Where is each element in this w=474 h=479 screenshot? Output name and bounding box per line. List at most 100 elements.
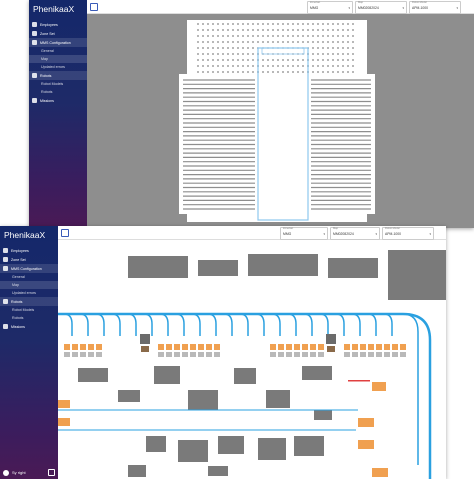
sidebar-item-robots-list[interactable]: Robots: [29, 88, 87, 96]
path-arch: [63, 313, 73, 336]
station-block: [360, 344, 366, 350]
station-block: [310, 344, 316, 350]
sidebar: PhenikaaX Employees Zone Set MMS Configu…: [29, 0, 87, 228]
station-block: [214, 344, 220, 350]
sidebar-item-label: Employees: [11, 248, 29, 253]
gear-icon: [32, 40, 37, 45]
robot-icon: [3, 299, 8, 304]
sidebar-item-robots[interactable]: Robots: [29, 71, 87, 80]
shelf-block: [318, 352, 324, 357]
obstacle-blob: [234, 368, 256, 384]
robot-model-select[interactable]: Robot Model APM-1000 ▾: [382, 227, 434, 240]
station-block: [80, 344, 86, 350]
path-arch: [239, 313, 249, 336]
shelf-block: [64, 352, 70, 357]
sidebar-item-label: MMS Configuration: [40, 40, 71, 45]
sidebar-item-updated-errors[interactable]: Updated errors: [0, 289, 58, 297]
shelf-block: [278, 352, 284, 357]
chevron-down-icon: ▾: [456, 6, 458, 10]
sidebar-item-mms-configuration[interactable]: MMS Configuration: [29, 38, 87, 47]
path-arch: [287, 313, 297, 336]
zone-set-select[interactable]: Zone/set MMG ▾: [307, 1, 353, 14]
zone-set-select[interactable]: Zone/set MMG ▾: [280, 227, 328, 240]
sidebar-item-label: Zone Set: [40, 31, 55, 36]
path-arch: [191, 313, 201, 336]
field-label: Map: [333, 227, 339, 230]
sidebar-item-map[interactable]: Map: [0, 281, 58, 289]
shelf-block: [206, 352, 212, 357]
shelf-block: [166, 352, 172, 357]
sidebar-item-zone-set[interactable]: Zone Set: [29, 29, 87, 38]
station-block: [88, 344, 94, 350]
field-label: Robot Model: [385, 227, 400, 230]
station-block: [158, 344, 164, 350]
field-value: APM-1000: [412, 6, 429, 10]
path-arch: [223, 313, 233, 336]
sidebar-item-missions[interactable]: Missions: [29, 96, 87, 105]
map-select[interactable]: Map MM02082024 ▾: [355, 1, 407, 14]
sidebar-item-label: Missions: [40, 98, 54, 103]
calendar-icon: [32, 98, 37, 103]
field-label: Robot Model: [412, 1, 427, 4]
sidebar-item-updated-errors[interactable]: Updated errors: [29, 63, 87, 71]
map-canvas[interactable]: [58, 240, 446, 479]
shelf-block: [352, 352, 358, 357]
sidebar-item-mms-configuration[interactable]: MMS Configuration: [0, 264, 58, 273]
sidebar-item-label: Robots: [41, 90, 53, 94]
sidebar-item-general[interactable]: General: [29, 47, 87, 55]
sidebar-item-employees[interactable]: Employees: [29, 20, 87, 29]
brand-logo: PhenikaaX: [33, 4, 75, 14]
path-arch: [255, 313, 265, 336]
shelf-block: [72, 352, 78, 357]
path-arch: [351, 313, 361, 336]
station-block: [376, 344, 382, 350]
sidebar-item-robots-list[interactable]: Robots: [0, 314, 58, 322]
shelf-block: [384, 352, 390, 357]
path-arch: [271, 313, 281, 336]
brand-logo: PhenikaaX: [4, 230, 46, 240]
fullscreen-icon[interactable]: [90, 3, 98, 11]
fullscreen-icon[interactable]: [61, 229, 69, 237]
path-arch: [335, 313, 345, 336]
map-canvas[interactable]: [87, 14, 474, 228]
chevron-down-icon: ▾: [375, 232, 377, 236]
sidebar-item-label: Missions: [11, 324, 25, 329]
sidebar-item-robot-models[interactable]: Robot Models: [0, 306, 58, 314]
shelf-block: [376, 352, 382, 357]
shelf-block: [400, 352, 406, 357]
sidebar-item-robot-models[interactable]: Robot Models: [29, 80, 87, 88]
robot-icon: [32, 73, 37, 78]
sidebar-item-robots[interactable]: Robots: [0, 297, 58, 306]
path-arch: [383, 313, 393, 336]
sidebar-item-general[interactable]: General: [0, 273, 58, 281]
gear-icon: [3, 266, 8, 271]
robot-model-select[interactable]: Robot Model APM-1000 ▾: [409, 1, 461, 14]
shelf-block: [198, 352, 204, 357]
shelf-block: [344, 352, 350, 357]
station-block: [384, 344, 390, 350]
station-block: [72, 344, 78, 350]
field-value: MMG: [310, 6, 319, 10]
obstacle-blob: [294, 436, 324, 456]
field-label: Zone/set: [310, 1, 321, 4]
map-select[interactable]: Map MM02082024 ▾: [330, 227, 380, 240]
station-block: [400, 344, 406, 350]
shelf-block: [158, 352, 164, 357]
sidebar-item-missions[interactable]: Missions: [0, 322, 58, 331]
shelf-block: [360, 352, 366, 357]
sidebar-item-zone-set[interactable]: Zone Set: [0, 255, 58, 264]
station-block: [368, 344, 374, 350]
sidebar-item-map[interactable]: Map: [29, 55, 87, 63]
station-block: [286, 344, 292, 350]
station-block: [64, 344, 70, 350]
path-arch: [367, 313, 377, 336]
logout-icon[interactable]: [48, 469, 55, 476]
sidebar-item-employees[interactable]: Employees: [0, 246, 58, 255]
sidebar-item-label: Updated errors: [41, 65, 65, 69]
path-arch: [143, 313, 153, 336]
sidebar-item-label: Map: [12, 283, 19, 287]
path-arch: [159, 313, 169, 336]
avatar: [3, 469, 9, 476]
calendar-icon: [3, 324, 8, 329]
path-arch: [319, 313, 329, 336]
